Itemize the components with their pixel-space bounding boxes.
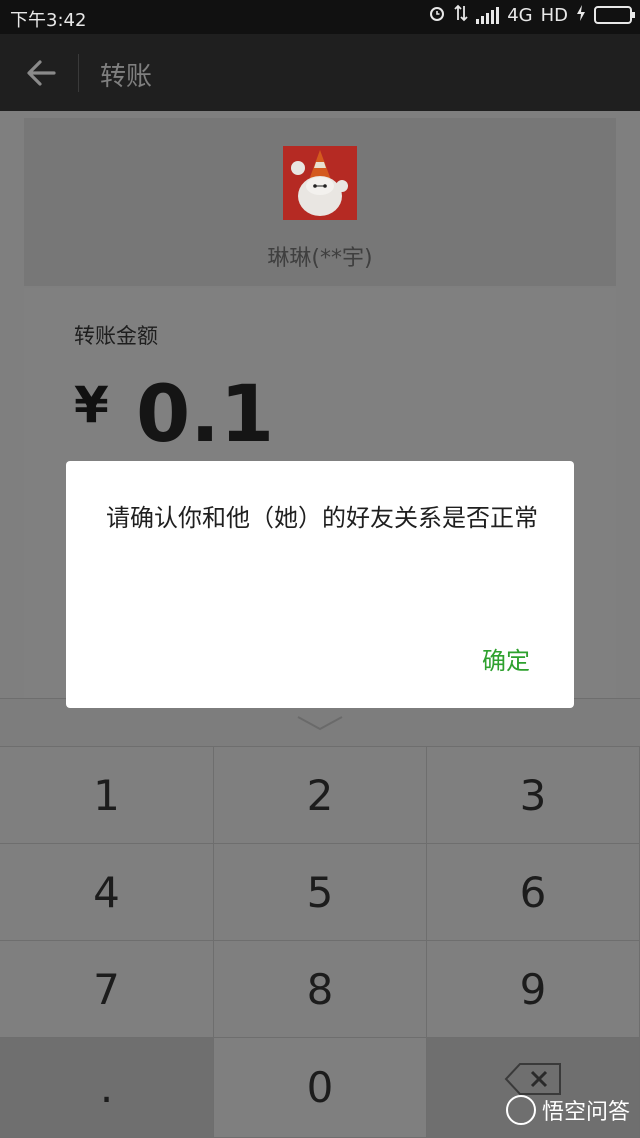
battery-icon (594, 6, 635, 24)
key-5[interactable]: 5 (214, 844, 427, 941)
status-icons: 4G HD (428, 4, 635, 26)
amount-label: 转账金额 (74, 324, 158, 348)
amount-input[interactable]: 0.1 (136, 370, 274, 460)
key-3[interactable]: 3 (427, 747, 640, 844)
key-0[interactable]: 0 (214, 1038, 427, 1138)
key-4[interactable]: 4 (0, 844, 214, 941)
payee-name: 琳琳(**宇) (267, 246, 373, 271)
key-2[interactable]: 2 (214, 747, 427, 844)
arrow-left-icon (27, 60, 56, 86)
chevron-down-icon (297, 715, 343, 730)
watermark: 悟空问答 (505, 1094, 630, 1126)
key-7[interactable]: 7 (0, 941, 214, 1038)
key-6[interactable]: 6 (427, 844, 640, 941)
hd-indicator: HD (540, 4, 568, 26)
network-type: 4G (507, 4, 533, 26)
app-header: 转账 (0, 34, 640, 111)
header-divider (78, 54, 79, 92)
data-arrows-icon (454, 4, 468, 26)
avatar[interactable] (283, 146, 357, 220)
numeric-keypad: 1 2 3 4 5 6 7 8 9 . 0 (0, 698, 640, 1138)
key-9[interactable]: 9 (427, 941, 640, 1038)
alarm-icon (428, 4, 446, 26)
backspace-icon (504, 1063, 561, 1095)
currency-symbol: ¥ (74, 376, 109, 434)
status-bar: 下午3:42 4G HD (0, 0, 640, 34)
payee-card: 琳琳(**宇) (24, 118, 616, 286)
page-title: 转账 (100, 62, 153, 92)
key-8[interactable]: 8 (214, 941, 427, 1038)
key-1[interactable]: 1 (0, 747, 214, 844)
confirm-dialog: 请确认你和他（她）的好友关系是否正常 确定 (66, 461, 574, 708)
wukong-logo-icon (505, 1095, 536, 1125)
charging-icon (576, 4, 586, 26)
status-time: 下午3:42 (10, 10, 87, 31)
confirm-button[interactable]: 确定 (482, 641, 530, 676)
back-button[interactable] (16, 52, 66, 94)
signal-icon (476, 6, 500, 24)
watermark-text: 悟空问答 (541, 1100, 630, 1125)
key-decimal[interactable]: . (0, 1038, 214, 1138)
dialog-message: 请确认你和他（她）的好友关系是否正常 (106, 504, 538, 532)
